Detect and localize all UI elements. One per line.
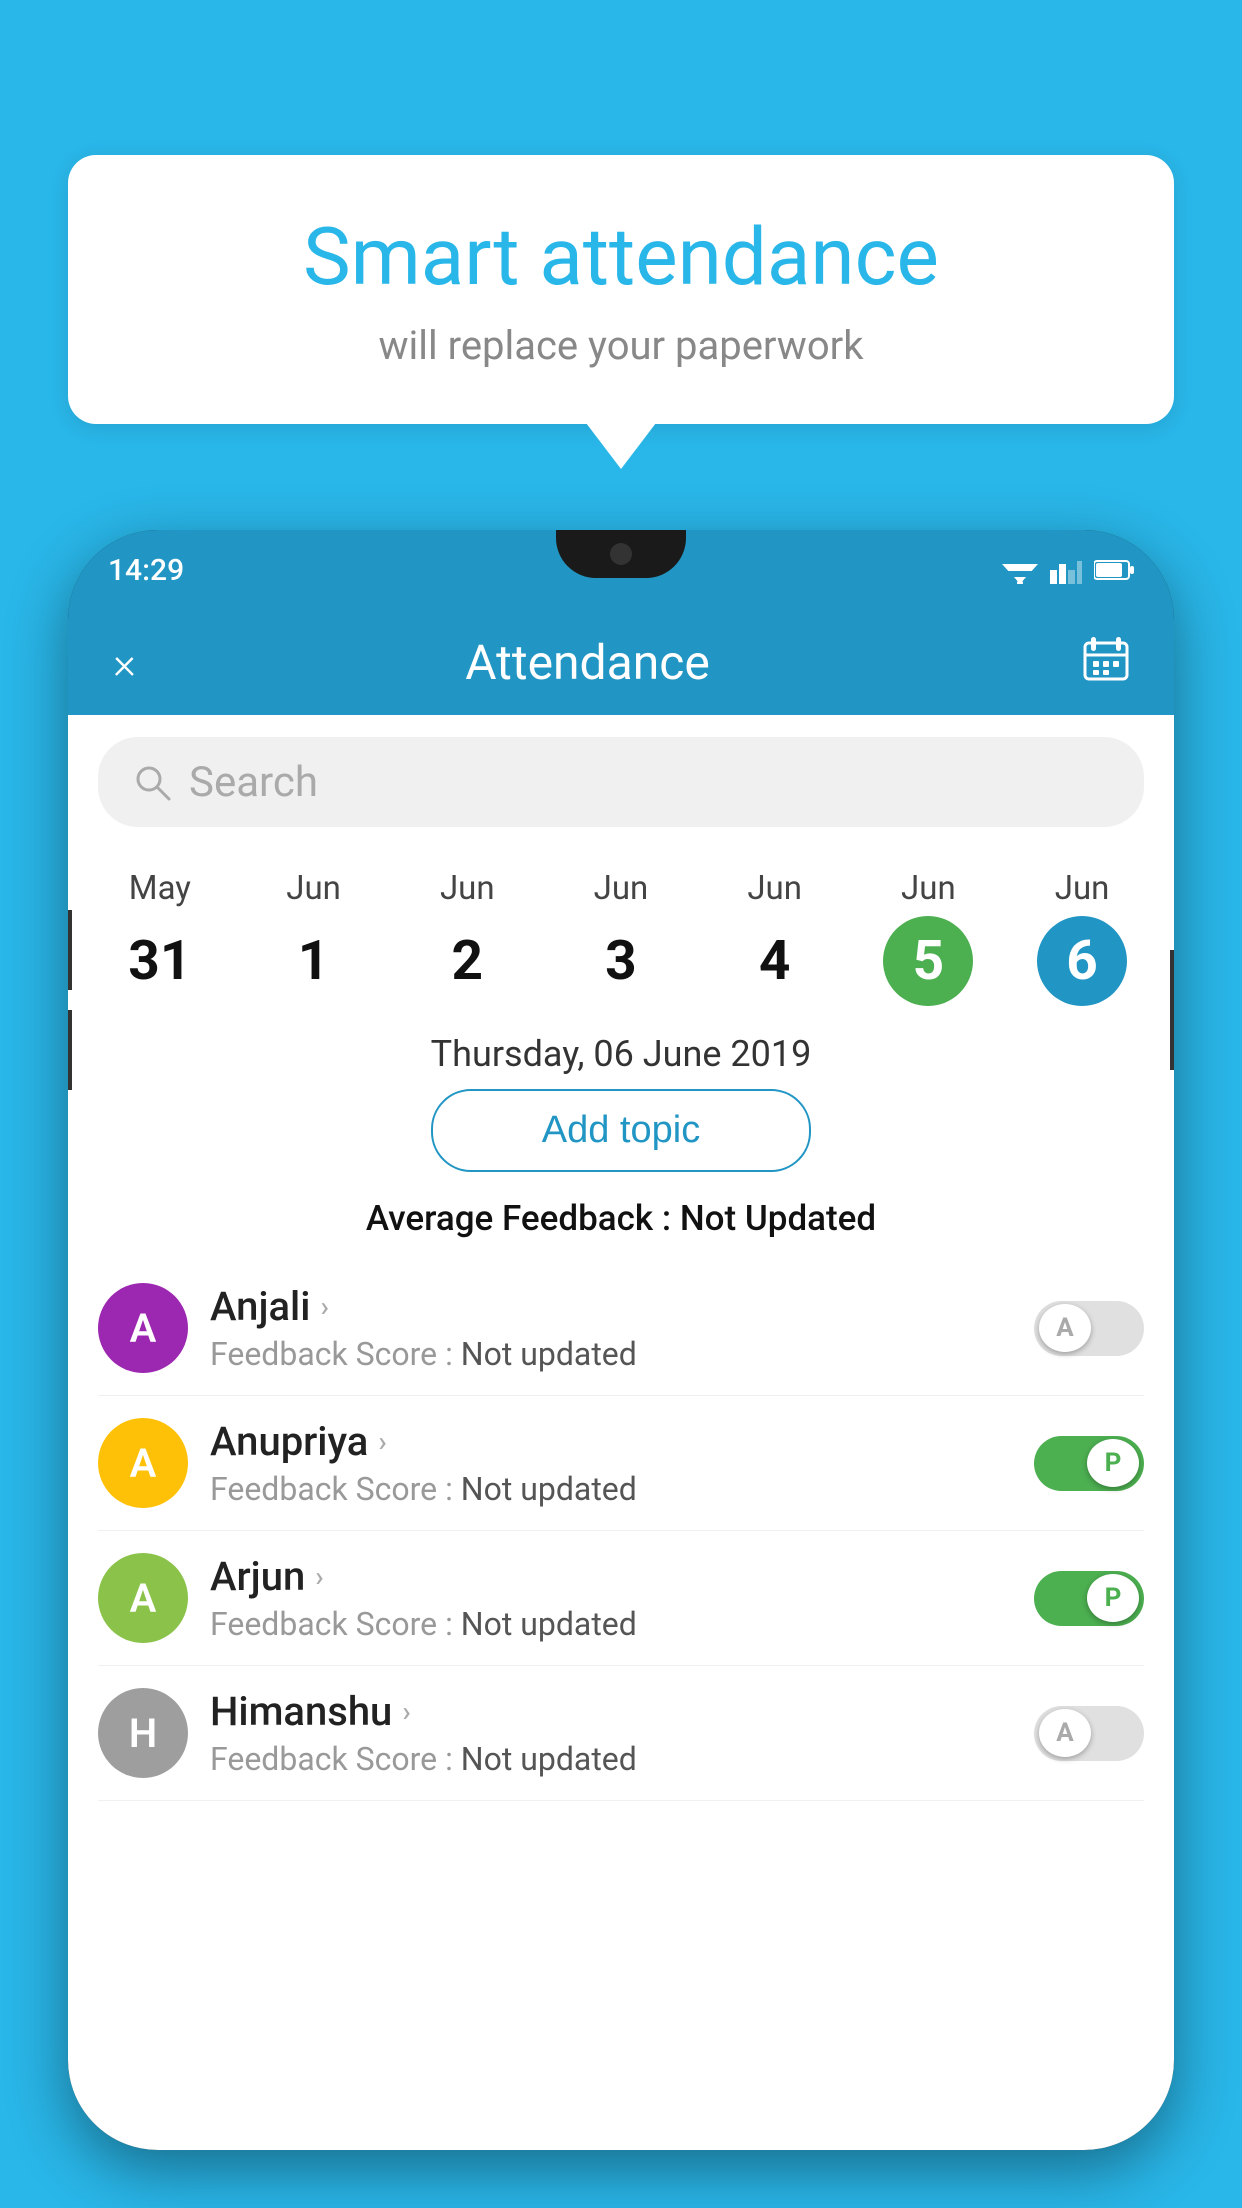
chevron-icon: › <box>320 1290 328 1323</box>
chevron-icon: › <box>378 1425 386 1458</box>
date-month: May <box>129 869 191 908</box>
date-row: May 31 Jun 1 Jun 2 Jun 3 Jun 4 Jun 5 Jun 6 <box>68 849 1174 1011</box>
attendance-toggle[interactable]: P <box>1034 1436 1144 1491</box>
status-icons <box>1002 556 1134 584</box>
student-item[interactable]: A Arjun › Feedback Score : Not updated P <box>98 1531 1144 1666</box>
attendance-toggle[interactable]: P <box>1034 1571 1144 1626</box>
toggle-knob: A <box>1039 1304 1091 1352</box>
date-col[interactable]: Jun 2 <box>422 869 512 1006</box>
date-month: Jun <box>594 869 649 908</box>
date-number: 5 <box>883 916 973 1006</box>
date-number: 31 <box>115 916 205 1006</box>
student-info: Arjun › Feedback Score : Not updated <box>188 1553 1034 1643</box>
notch <box>556 530 686 578</box>
chevron-icon: › <box>315 1560 323 1593</box>
calendar-svg <box>1083 635 1129 681</box>
student-item[interactable]: A Anupriya › Feedback Score : Not updated P <box>98 1396 1144 1531</box>
avg-feedback: Average Feedback : Not Updated <box>68 1190 1174 1261</box>
avg-feedback-value: Not Updated <box>680 1198 876 1239</box>
search-icon <box>133 763 171 801</box>
power-button <box>1170 950 1174 1070</box>
date-col[interactable]: Jun 4 <box>730 869 820 1006</box>
status-time: 14:29 <box>108 553 184 588</box>
app-bar: × Attendance <box>68 610 1174 715</box>
wifi-icon <box>1002 556 1038 584</box>
date-col[interactable]: Jun 6 <box>1037 869 1127 1006</box>
phone-device: 14:29 <box>68 530 1174 2150</box>
attendance-toggle[interactable]: A <box>1034 1706 1144 1761</box>
student-feedback: Feedback Score : Not updated <box>210 1605 1012 1643</box>
feedback-value: Not updated <box>461 1470 637 1508</box>
student-item[interactable]: H Himanshu › Feedback Score : Not updated A <box>98 1666 1144 1801</box>
student-feedback: Feedback Score : Not updated <box>210 1335 1012 1373</box>
date-month: Jun <box>1055 869 1110 908</box>
toggle-knob: A <box>1039 1709 1091 1757</box>
bubble-subtitle: will replace your paperwork <box>128 322 1114 369</box>
student-avatar: A <box>98 1418 188 1508</box>
search-container: Search <box>68 715 1174 849</box>
toggle-knob: P <box>1087 1439 1139 1487</box>
date-month: Jun <box>747 869 802 908</box>
feedback-value: Not updated <box>461 1605 637 1643</box>
toggle-knob: P <box>1087 1574 1139 1622</box>
date-number: 2 <box>422 916 512 1006</box>
student-name: Arjun › <box>210 1553 1012 1600</box>
student-avatar: A <box>98 1283 188 1373</box>
date-col[interactable]: Jun 1 <box>269 869 359 1006</box>
feedback-value: Not updated <box>461 1335 637 1373</box>
speech-bubble: Smart attendance will replace your paper… <box>68 155 1174 424</box>
avg-feedback-label: Average Feedback : <box>366 1198 680 1239</box>
date-col[interactable]: Jun 3 <box>576 869 666 1006</box>
battery-icon <box>1094 559 1134 581</box>
student-feedback: Feedback Score : Not updated <box>210 1470 1012 1508</box>
date-month: Jun <box>286 869 341 908</box>
status-bar: 14:29 <box>68 530 1174 610</box>
selected-date-label: Thursday, 06 June 2019 <box>68 1011 1174 1089</box>
add-topic-button[interactable]: Add topic <box>431 1089 811 1172</box>
calendar-icon[interactable] <box>1083 635 1129 691</box>
date-month: Jun <box>440 869 495 908</box>
student-avatar: H <box>98 1688 188 1778</box>
date-number: 4 <box>730 916 820 1006</box>
date-month: Jun <box>901 869 956 908</box>
search-bar[interactable]: Search <box>98 737 1144 827</box>
student-name: Anupriya › <box>210 1418 1012 1465</box>
feedback-value: Not updated <box>461 1740 637 1778</box>
student-info: Anjali › Feedback Score : Not updated <box>188 1283 1034 1373</box>
chevron-icon: › <box>402 1695 410 1728</box>
phone-screen: Search May 31 Jun 1 Jun 2 Jun 3 Jun 4 Jun 5 Jun 6 Thu… <box>68 715 1174 2150</box>
date-number: 3 <box>576 916 666 1006</box>
date-number: 1 <box>269 916 359 1006</box>
student-avatar: A <box>98 1553 188 1643</box>
student-feedback: Feedback Score : Not updated <box>210 1740 1012 1778</box>
student-item[interactable]: A Anjali › Feedback Score : Not updated A <box>98 1261 1144 1396</box>
signal-icon <box>1050 556 1082 584</box>
volume-up-button <box>68 910 72 990</box>
student-name: Anjali › <box>210 1283 1012 1330</box>
student-name: Himanshu › <box>210 1688 1012 1735</box>
volume-down-button <box>68 1010 72 1090</box>
date-col[interactable]: Jun 5 <box>883 869 973 1006</box>
date-col[interactable]: May 31 <box>115 869 205 1006</box>
search-placeholder: Search <box>189 758 318 807</box>
student-info: Anupriya › Feedback Score : Not updated <box>188 1418 1034 1508</box>
date-number: 6 <box>1037 916 1127 1006</box>
bubble-title: Smart attendance <box>128 210 1114 304</box>
student-info: Himanshu › Feedback Score : Not updated <box>188 1688 1034 1778</box>
app-bar-title: Attendance <box>92 634 1083 691</box>
student-list: AAnjali ›Feedback Score : Not updatedAAA… <box>68 1261 1174 1801</box>
attendance-toggle[interactable]: A <box>1034 1301 1144 1356</box>
camera <box>610 543 632 565</box>
